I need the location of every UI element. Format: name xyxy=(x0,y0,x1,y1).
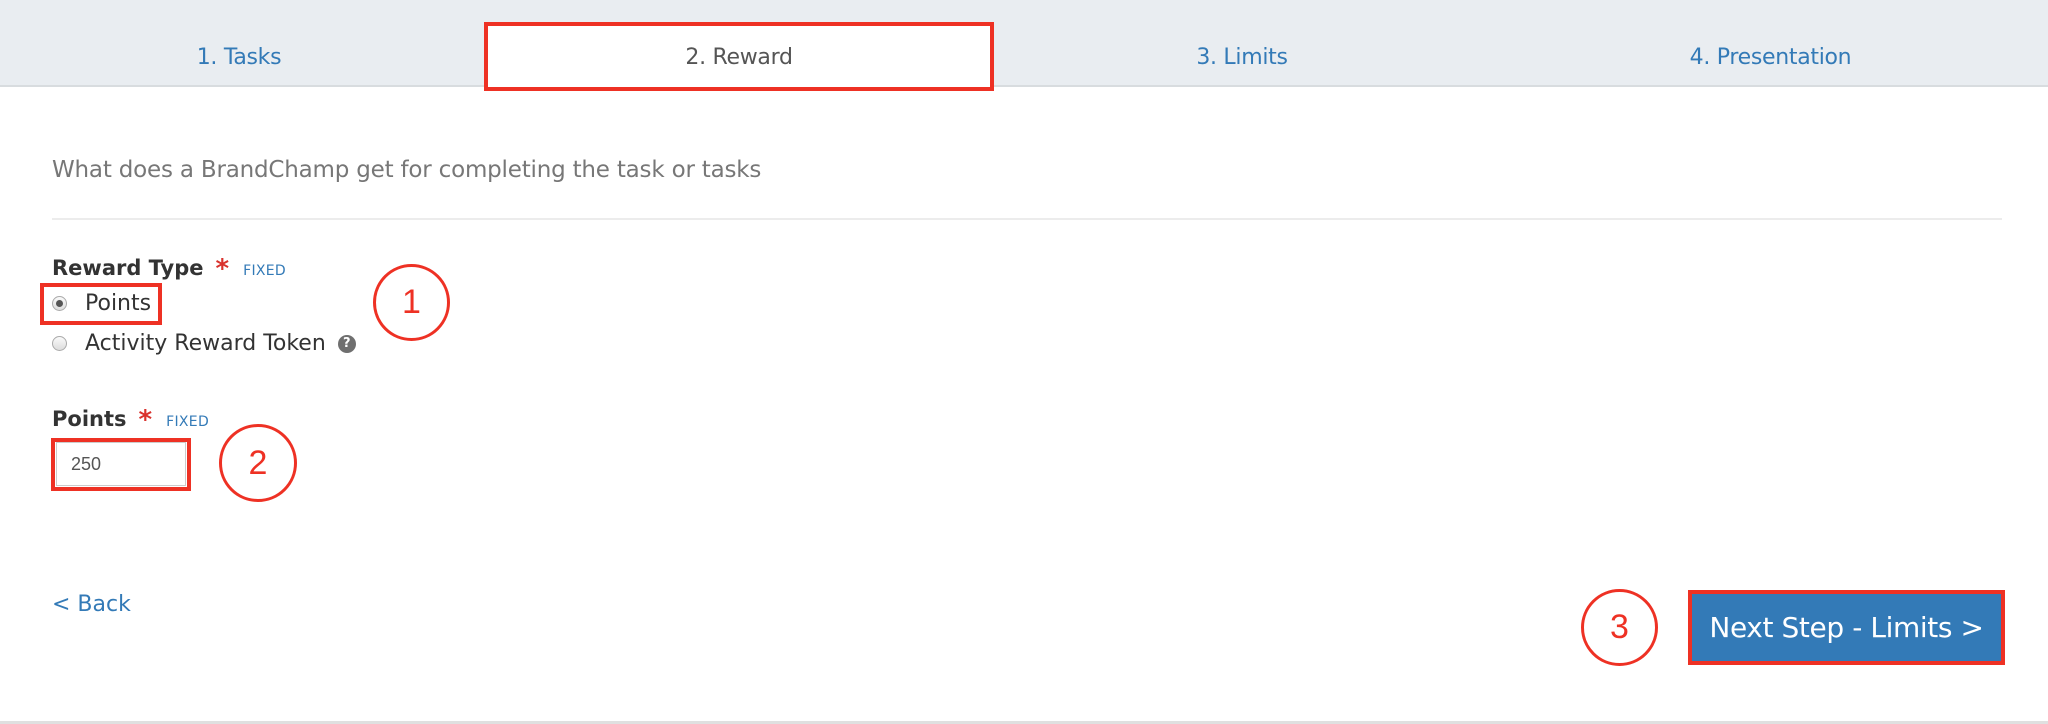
radio-button-activity-reward-token[interactable] xyxy=(52,336,67,351)
fixed-badge: FIXED xyxy=(243,263,286,279)
tab-limits[interactable]: 3. Limits xyxy=(991,0,1493,87)
back-link[interactable]: < Back xyxy=(52,592,131,617)
annotation-marker-2: 2 xyxy=(219,424,297,502)
reward-type-label-text: Reward Type xyxy=(52,256,204,280)
points-label: Points * FIXED xyxy=(52,403,210,435)
wizard-tab-bar: 1. Tasks 3. Limits 4. Presentation xyxy=(0,0,2048,87)
points-label-text: Points xyxy=(52,407,127,431)
annotation-marker-3: 3 xyxy=(1581,589,1658,666)
tab-presentation[interactable]: 4. Presentation xyxy=(1493,0,2048,87)
step-description: What does a BrandChamp get for completin… xyxy=(52,157,762,183)
next-step-button[interactable]: Next Step - Limits > xyxy=(1692,594,2001,661)
radio-label-points: Points xyxy=(85,291,152,316)
reward-type-label: Reward Type * FIXED xyxy=(52,252,286,284)
radio-label-activity-reward-token: Activity Reward Token xyxy=(85,331,326,356)
required-asterisk: * xyxy=(215,254,230,284)
required-asterisk: * xyxy=(138,405,153,435)
tab-tasks[interactable]: 1. Tasks xyxy=(0,0,478,87)
annotation-marker-1: 1 xyxy=(373,264,450,341)
divider xyxy=(52,218,2002,220)
fixed-badge: FIXED xyxy=(166,414,210,430)
question-circle-icon[interactable]: ? xyxy=(337,334,356,353)
tab-reward[interactable]: 2. Reward xyxy=(487,26,991,88)
radio-option-points[interactable]: Points xyxy=(52,291,151,316)
radio-option-activity-reward-token[interactable]: Activity Reward Token ? xyxy=(52,331,356,356)
points-input[interactable] xyxy=(56,442,186,486)
radio-button-points[interactable] xyxy=(52,296,67,311)
